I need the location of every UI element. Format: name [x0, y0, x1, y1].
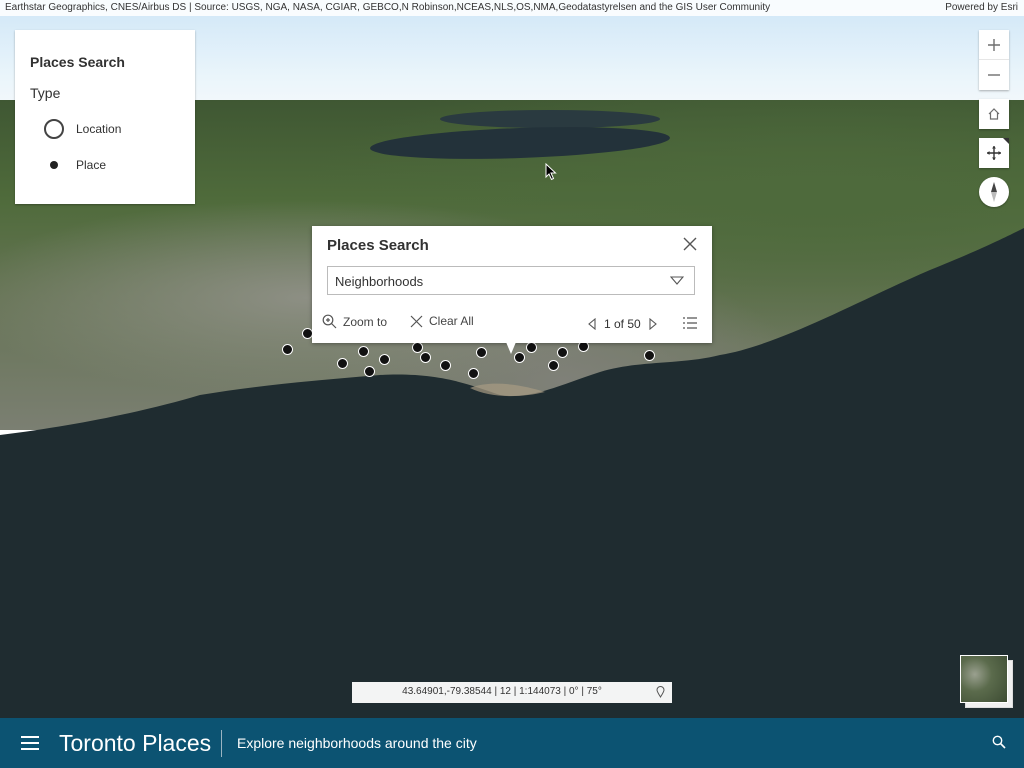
coordinate-text: 43.64901,-79.38544 | 12 | 1:144073 | 0° …	[402, 686, 602, 697]
place-marker[interactable]	[548, 360, 559, 371]
plus-icon	[988, 38, 1000, 51]
app-title: Toronto Places	[59, 730, 212, 756]
type-option-label: Place	[76, 158, 107, 172]
basemap-toggle[interactable]	[960, 655, 1013, 708]
place-marker[interactable]	[364, 366, 375, 377]
place-marker[interactable]	[420, 352, 431, 363]
feature-pager: 1 of 50	[586, 314, 659, 334]
filled-dot-icon	[43, 161, 65, 169]
place-marker[interactable]	[468, 368, 479, 379]
type-label: Type	[30, 85, 61, 101]
type-option-location[interactable]: Location	[43, 119, 121, 139]
home-icon	[988, 108, 1000, 120]
place-marker[interactable]	[337, 358, 348, 369]
zoom-in-button[interactable]	[979, 30, 1009, 60]
feature-list-icon[interactable]	[682, 316, 698, 330]
place-marker[interactable]	[379, 354, 390, 365]
corner-indicator-icon	[1003, 138, 1009, 144]
pager-count: 1 of 50	[604, 317, 641, 331]
close-icon[interactable]	[682, 236, 698, 252]
home-button[interactable]	[979, 99, 1009, 129]
app-subtitle: Explore neighborhoods around the city	[237, 735, 477, 751]
selected-category: Neighborhoods	[335, 274, 424, 289]
place-marker[interactable]	[644, 350, 655, 361]
compass-button[interactable]	[979, 177, 1009, 207]
place-marker[interactable]	[440, 360, 451, 371]
attribution-bar: Earthstar Geographics, CNES/Airbus DS | …	[0, 0, 1024, 16]
x-icon	[410, 315, 423, 327]
search-icon[interactable]	[992, 735, 1006, 749]
basemap-imagery-thumbnail	[960, 655, 1008, 703]
compass-icon	[991, 182, 997, 202]
type-panel: Places Search Type Location Place	[15, 30, 195, 204]
attribution-sources: Earthstar Geographics, CNES/Airbus DS | …	[5, 2, 771, 13]
places-search-popup: Places Search Neighborhoods Zoom to Clea…	[312, 226, 712, 343]
zoom-controls	[979, 30, 1009, 90]
previous-icon[interactable]	[586, 318, 598, 330]
powered-by-esri[interactable]: Powered by Esri	[945, 0, 1018, 16]
place-marker[interactable]	[476, 347, 487, 358]
place-marker[interactable]	[358, 346, 369, 357]
pan-icon	[987, 146, 1001, 160]
locate-pin-icon[interactable]	[656, 686, 665, 698]
app-header: Toronto Places Explore neighborhoods aro…	[0, 718, 1024, 768]
inland-lake	[440, 110, 660, 128]
type-option-label: Location	[76, 122, 122, 136]
type-panel-title: Places Search	[30, 54, 125, 70]
navigation-toggle-button[interactable]	[979, 138, 1009, 168]
mouse-cursor-icon	[545, 163, 557, 181]
place-marker[interactable]	[526, 342, 537, 353]
popup-actions: Zoom to Clear All 1 of 50	[312, 314, 712, 334]
popup-pointer-icon	[506, 342, 516, 354]
zoom-out-button[interactable]	[979, 60, 1009, 90]
place-marker[interactable]	[412, 342, 423, 353]
chevron-down-icon	[670, 276, 684, 285]
clear-all-button[interactable]: Clear All	[410, 314, 474, 328]
hamburger-menu-icon[interactable]	[20, 734, 40, 752]
header-divider	[221, 730, 222, 757]
zoom-to-button[interactable]: Zoom to	[322, 314, 387, 329]
type-option-place[interactable]: Place	[43, 155, 106, 175]
clear-all-label: Clear All	[429, 314, 474, 328]
open-circle-icon	[43, 119, 65, 139]
minus-icon	[988, 74, 1000, 76]
zoom-to-label: Zoom to	[343, 314, 388, 329]
place-category-select[interactable]: Neighborhoods	[327, 266, 695, 295]
place-marker[interactable]	[282, 344, 293, 355]
popup-title: Places Search	[327, 237, 429, 254]
place-marker[interactable]	[557, 347, 568, 358]
coordinate-readout[interactable]: 43.64901,-79.38544 | 12 | 1:144073 | 0° …	[352, 682, 672, 703]
next-icon[interactable]	[647, 318, 659, 330]
zoom-in-magnifier-icon	[322, 314, 337, 329]
